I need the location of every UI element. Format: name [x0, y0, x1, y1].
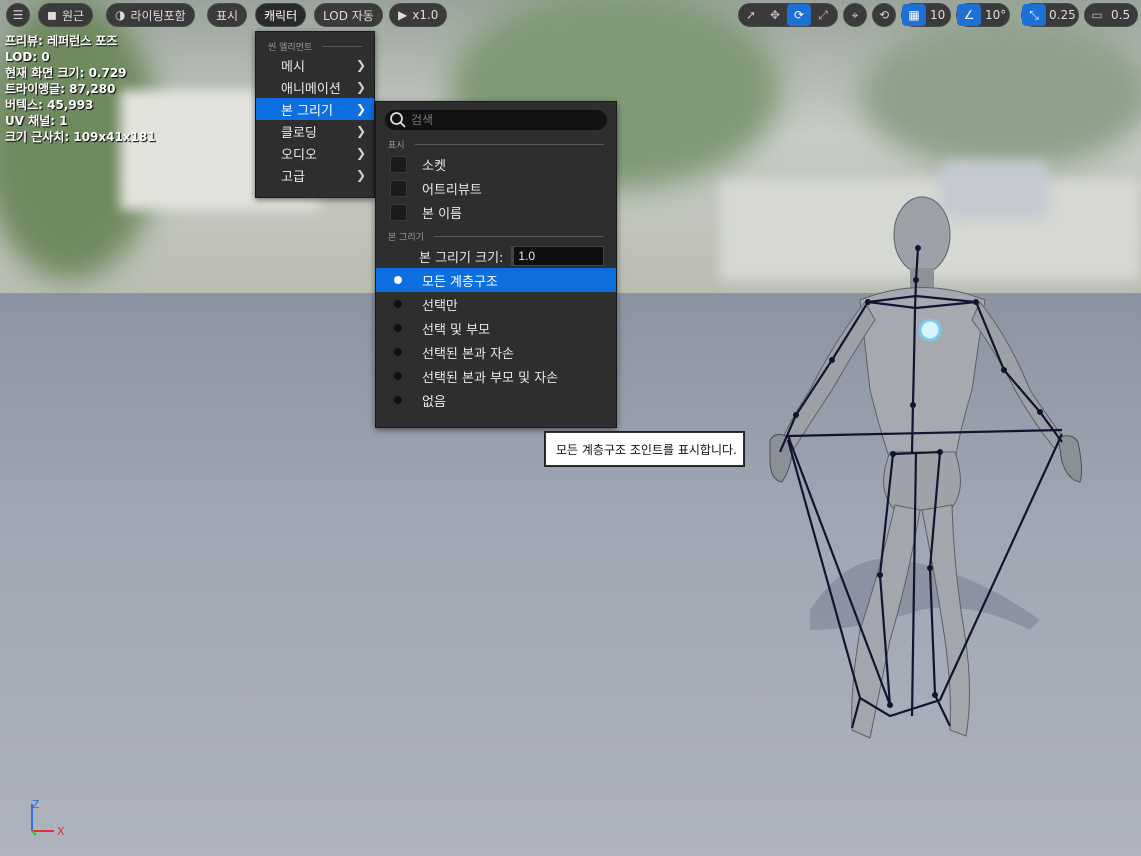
chevron-right-icon: ❯ [355, 58, 366, 72]
transform-tools: ➚ ✥ ⟳ ⤢ [738, 3, 838, 27]
z-axis-label: Z [32, 798, 40, 811]
option-selected-and-parents[interactable]: 선택 및 부모 [376, 316, 616, 340]
character-mesh[interactable] [740, 190, 1100, 760]
lighting-sphere-icon: ◑ [115, 8, 126, 22]
menu-section-bone-drawing: 본 그리기 [376, 228, 616, 244]
bone-drawing-submenu: 표시 소켓 어트리뷰트 본 이름 본 그리기 본 그리기 크기: 모든 계층구조… [375, 101, 617, 428]
stats-approx-size: 크기 근사치: 109x41x181 [5, 130, 156, 144]
lod-button[interactable]: LOD 자동 [314, 3, 383, 27]
option-sockets[interactable]: 소켓 [376, 152, 616, 176]
option-selected-only[interactable]: 선택만 [376, 292, 616, 316]
option-attributes[interactable]: 어트리뷰트 [376, 176, 616, 200]
scale-snap-value: 0.25 [1049, 8, 1076, 22]
camera-icon[interactable]: ▭ [1085, 4, 1109, 26]
option-selected-parents-children[interactable]: 선택된 본과 부모 및 자손 [376, 364, 616, 388]
search-icon [390, 112, 406, 128]
rotate-icon[interactable]: ⟳ [787, 4, 811, 26]
select-mode-icon[interactable]: ➚ [739, 4, 763, 26]
stats-uv-channels: UV 채널: 1 [5, 114, 68, 128]
stats-triangles: 트라이앵글: 87,280 [5, 82, 116, 96]
character-menu: 씬 엘리먼트 메시 ❯ 애니메이션 ❯ 본 그리기 ❯ 클로딩 ❯ 오디오 ❯ 고급 ❯ [255, 31, 375, 198]
character-head [893, 196, 951, 274]
chest-light [918, 318, 942, 342]
x-axis-label: X [57, 825, 65, 838]
left-arm [779, 301, 876, 453]
attributes-checkbox[interactable] [390, 179, 407, 197]
cube-icon: ◼ [47, 8, 57, 22]
menu-item-mesh[interactable]: 메시 ❯ [256, 54, 374, 76]
radio-icon [394, 372, 402, 380]
chevron-right-icon: ❯ [355, 80, 366, 94]
menu-item-advanced[interactable]: 고급 ❯ [256, 164, 374, 186]
search-box[interactable] [385, 110, 607, 130]
perspective-button[interactable]: ◼ 원근 [38, 3, 94, 27]
search-input[interactable] [411, 113, 591, 127]
rotation-snap-value: 10° [985, 8, 1007, 22]
show-button[interactable]: 표시 [207, 3, 248, 27]
stats-lod: LOD: 0 [5, 50, 50, 64]
camera-speed-group[interactable]: ▭ 0.5 [1084, 3, 1138, 27]
stats-overlay: 프리뷰: 레퍼런스 포즈 LOD: 0 현재 화면 크기: 0.729 트라이앵… [5, 33, 156, 145]
main-menu-button[interactable]: ☰ [6, 3, 30, 27]
grid-snap-value: 10 [930, 8, 946, 22]
radio-selected-icon [394, 276, 402, 284]
bone-size-input[interactable] [511, 246, 605, 266]
option-bone-names[interactable]: 본 이름 [376, 200, 616, 224]
menu-item-bone-drawing[interactable]: 본 그리기 ❯ [256, 98, 374, 120]
right-leg [921, 504, 971, 737]
chevron-right-icon: ❯ [355, 168, 366, 182]
option-selected-and-children[interactable]: 선택된 본과 자손 [376, 340, 616, 364]
radio-icon [394, 348, 402, 356]
background-trees-right [860, 20, 1141, 170]
menu-item-clothing[interactable]: 클로딩 ❯ [256, 120, 374, 142]
grid-snap-icon[interactable]: ▦ [902, 4, 926, 26]
lighting-button[interactable]: ◑ 라이팅포함 [106, 3, 195, 27]
option-none[interactable]: 없음 [376, 388, 616, 412]
hamburger-icon: ☰ [12, 8, 24, 22]
right-hand [1057, 435, 1083, 483]
surface-snap-icon[interactable]: ⟲ [872, 3, 896, 27]
grid-snap-group[interactable]: ▦ 10 [901, 3, 951, 27]
scale-snap-group[interactable]: ⤡ 0.25 [1021, 3, 1079, 27]
angle-snap-icon[interactable]: ∠ [957, 4, 981, 26]
bone-names-checkbox[interactable] [390, 203, 407, 221]
radio-icon [394, 396, 402, 404]
stats-preview: 프리뷰: 레퍼런스 포즈 [5, 34, 118, 48]
axis-gizmo: Z X [31, 798, 65, 838]
stats-screen-size: 현재 화면 크기: 0.729 [5, 66, 127, 80]
character-shadow [810, 558, 1040, 630]
menu-section-display: 표시 [376, 136, 616, 152]
translate-icon[interactable]: ✥ [763, 4, 787, 26]
chevron-right-icon: ❯ [355, 124, 366, 138]
scale-icon[interactable]: ⤢ [811, 4, 835, 26]
option-all-hierarchy[interactable]: 모든 계층구조 [376, 268, 616, 292]
menu-item-audio[interactable]: 오디오 ❯ [256, 142, 374, 164]
sockets-checkbox[interactable] [390, 155, 407, 173]
menu-item-animation[interactable]: 애니메이션 ❯ [256, 76, 374, 98]
tooltip: 모든 계층구조 조인트를 표시합니다. [545, 432, 744, 466]
world-space-icon[interactable]: ⌖ [843, 3, 867, 27]
character-button[interactable]: 캐릭터 [255, 3, 307, 27]
camera-speed-value: 0.5 [1111, 8, 1131, 22]
scale-snap-icon[interactable]: ⤡ [1022, 4, 1046, 26]
bone-size-row: 본 그리기 크기: [376, 244, 616, 268]
character-hips [883, 451, 961, 511]
menu-section-scene-elements: 씬 엘리먼트 [256, 38, 374, 54]
character-neck [910, 268, 934, 288]
radio-icon [394, 300, 402, 308]
play-icon: ▶ [398, 8, 408, 22]
play-speed-button[interactable]: ▶ x1.0 [389, 3, 448, 27]
radio-icon [394, 324, 402, 332]
chevron-right-icon: ❯ [355, 102, 366, 116]
stats-vertices: 버텍스: 45,993 [5, 98, 94, 112]
chevron-right-icon: ❯ [355, 146, 366, 160]
rotation-snap-group[interactable]: ∠ 10° [956, 3, 1010, 27]
